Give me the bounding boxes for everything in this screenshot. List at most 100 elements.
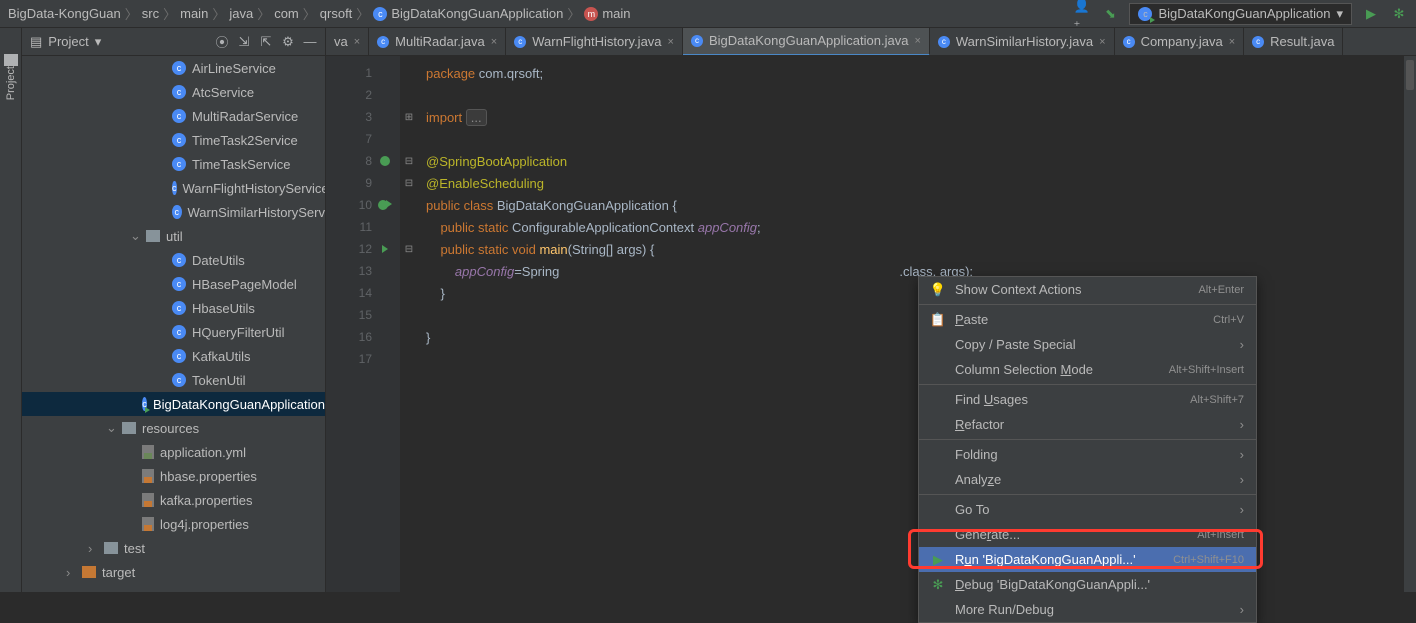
context-menu-item[interactable]: ▶Run 'BigDataKongGuanAppli...'Ctrl+Shift…: [919, 547, 1256, 572]
tab-partial[interactable]: va×: [326, 28, 369, 56]
chevron-down-icon[interactable]: ⌄: [106, 420, 116, 436]
context-menu-item[interactable]: Find UsagesAlt+Shift+7: [919, 387, 1256, 412]
tab-bigdataapp[interactable]: cBigDataKongGuanApplication.java×: [683, 28, 930, 56]
tree-item[interactable]: application.yml: [22, 440, 325, 464]
code-editor[interactable]: ⊞ ⊟ ⊟ ⊟ package com.qrsoft; import ... @…: [400, 56, 1416, 592]
tab-company[interactable]: cCompany.java×: [1115, 28, 1245, 56]
tree-item[interactable]: cDateUtils: [22, 248, 325, 272]
add-user-icon[interactable]: 👤₊: [1073, 5, 1091, 23]
context-menu-item[interactable]: 💡Show Context ActionsAlt+Enter: [919, 277, 1256, 302]
debug-button[interactable]: ✻: [1390, 5, 1408, 23]
tree-item[interactable]: cHQueryFilterUtil: [22, 320, 325, 344]
tree-item-app-class[interactable]: cBigDataKongGuanApplication: [22, 392, 325, 416]
select-opened-file-icon[interactable]: ⦿: [215, 35, 229, 49]
close-icon[interactable]: ×: [1229, 36, 1235, 48]
tree-item[interactable]: cTimeTaskService: [22, 152, 325, 176]
breadcrumb-com[interactable]: com: [274, 6, 299, 21]
breadcrumb-root[interactable]: BigData-KongGuan: [8, 6, 121, 21]
context-menu-item[interactable]: Analyze›: [919, 467, 1256, 492]
gear-icon[interactable]: ⚙: [281, 35, 295, 49]
project-view-label[interactable]: Project: [48, 34, 88, 49]
class-icon: c: [1123, 36, 1135, 48]
close-icon[interactable]: ×: [1099, 36, 1105, 48]
context-menu-item[interactable]: Column Selection ModeAlt+Shift+Insert: [919, 357, 1256, 382]
build-icon[interactable]: ⬊: [1101, 5, 1119, 23]
tree-item[interactable]: cMultiRadarService: [22, 104, 325, 128]
fold-icon[interactable]: ⊟: [400, 238, 418, 260]
breadcrumb-qrsoft[interactable]: qrsoft: [320, 6, 353, 21]
context-menu: 💡Show Context ActionsAlt+Enter 📋PasteCtrl…: [918, 276, 1257, 623]
close-icon[interactable]: ×: [354, 36, 360, 48]
breadcrumb-src[interactable]: src: [142, 6, 159, 21]
tree-item[interactable]: cHbaseUtils: [22, 296, 325, 320]
breadcrumb-class[interactable]: cBigDataKongGuanApplication: [373, 6, 563, 21]
hide-icon[interactable]: —: [303, 35, 317, 49]
menu-item-label: Copy / Paste Special: [955, 337, 1230, 352]
tree-item[interactable]: cAirLineService: [22, 56, 325, 80]
tree-item[interactable]: cAtcService: [22, 80, 325, 104]
run-class-icon: c: [142, 397, 147, 411]
context-menu-item[interactable]: ✻Debug 'BigDataKongGuanAppli...': [919, 572, 1256, 597]
gutter-run-icon[interactable]: [378, 156, 392, 166]
chevron-down-icon[interactable]: ▾: [95, 34, 102, 50]
chevron-right-icon: 〉: [125, 4, 138, 23]
gutter[interactable]: 1 2 3 7 8 9 10 11 12 13 14 15 16 17: [326, 56, 400, 592]
project-toolwindow-tab[interactable]: Project: [5, 66, 17, 100]
close-icon[interactable]: ×: [491, 36, 497, 48]
tree-item[interactable]: cHBasePageModel: [22, 272, 325, 296]
context-menu-item[interactable]: Refactor›: [919, 412, 1256, 437]
context-menu-item[interactable]: Copy / Paste Special›: [919, 332, 1256, 357]
project-tree[interactable]: cAirLineService cAtcService cMultiRadarS…: [22, 56, 325, 592]
run-button[interactable]: ▶: [1362, 5, 1380, 23]
close-icon[interactable]: ×: [668, 36, 674, 48]
context-menu-item[interactable]: Folding›: [919, 442, 1256, 467]
close-icon[interactable]: ×: [914, 35, 920, 47]
expand-all-icon[interactable]: ⇲: [237, 35, 251, 49]
collapse-all-icon[interactable]: ⇱: [259, 35, 273, 49]
shortcut-label: Alt+Insert: [1197, 529, 1244, 541]
chevron-right-icon: 〉: [257, 4, 270, 23]
tab-multiradar[interactable]: cMultiRadar.java×: [369, 28, 506, 56]
chevron-right-icon[interactable]: ›: [88, 541, 98, 556]
tab-result[interactable]: cResult.java: [1244, 28, 1343, 56]
tree-item-test[interactable]: ›test: [22, 536, 325, 560]
breadcrumb-main[interactable]: main: [180, 6, 208, 21]
menu-item-label: Refactor: [955, 417, 1230, 432]
tab-warnflighthistory[interactable]: cWarnFlightHistory.java×: [506, 28, 683, 56]
chevron-right-icon[interactable]: ›: [66, 565, 76, 580]
gutter-run-icon[interactable]: [378, 245, 392, 253]
tab-warnsimilarhistory[interactable]: cWarnSimilarHistory.java×: [930, 28, 1115, 56]
context-menu-item[interactable]: Go To›: [919, 497, 1256, 522]
editor-scrollbar[interactable]: [1404, 56, 1416, 592]
tree-item[interactable]: cWarnFlightHistoryService: [22, 176, 325, 200]
class-icon: c: [373, 7, 387, 21]
tree-item-target[interactable]: ›target: [22, 560, 325, 584]
chevron-down-icon[interactable]: ⌄: [130, 228, 140, 244]
breadcrumb-method[interactable]: mmain: [584, 6, 630, 21]
tree-item[interactable]: kafka.properties: [22, 488, 325, 512]
context-menu-item[interactable]: More Run/Debug›: [919, 597, 1256, 622]
tree-item-util[interactable]: ⌄util: [22, 224, 325, 248]
class-icon: c: [172, 205, 182, 219]
tree-item[interactable]: cWarnSimilarHistoryServ: [22, 200, 325, 224]
tree-item[interactable]: cTokenUtil: [22, 368, 325, 392]
breadcrumb-java[interactable]: java: [229, 6, 253, 21]
gutter-run-icon[interactable]: [378, 200, 392, 210]
run-config-label: BigDataKongGuanApplication: [1158, 6, 1330, 21]
tree-item[interactable]: hbase.properties: [22, 464, 325, 488]
context-menu-item[interactable]: Generate...Alt+Insert: [919, 522, 1256, 547]
run-config-dropdown[interactable]: c BigDataKongGuanApplication ▾: [1129, 3, 1352, 25]
tree-item[interactable]: cTimeTask2Service: [22, 128, 325, 152]
fold-icon[interactable]: ⊞: [400, 106, 418, 128]
properties-file-icon: [142, 493, 154, 507]
fold-icon[interactable]: ⊟: [400, 172, 418, 194]
context-menu-item[interactable]: 📋PasteCtrl+V: [919, 307, 1256, 332]
tree-item-resources[interactable]: ⌄resources: [22, 416, 325, 440]
target-folder-icon: [82, 566, 96, 578]
tree-item[interactable]: cKafkaUtils: [22, 344, 325, 368]
tree-item[interactable]: log4j.properties: [22, 512, 325, 536]
class-icon: c: [172, 181, 177, 195]
paste-icon: 📋: [931, 312, 945, 328]
chevron-down-icon: ▾: [1336, 6, 1343, 22]
fold-icon[interactable]: ⊟: [400, 150, 418, 172]
